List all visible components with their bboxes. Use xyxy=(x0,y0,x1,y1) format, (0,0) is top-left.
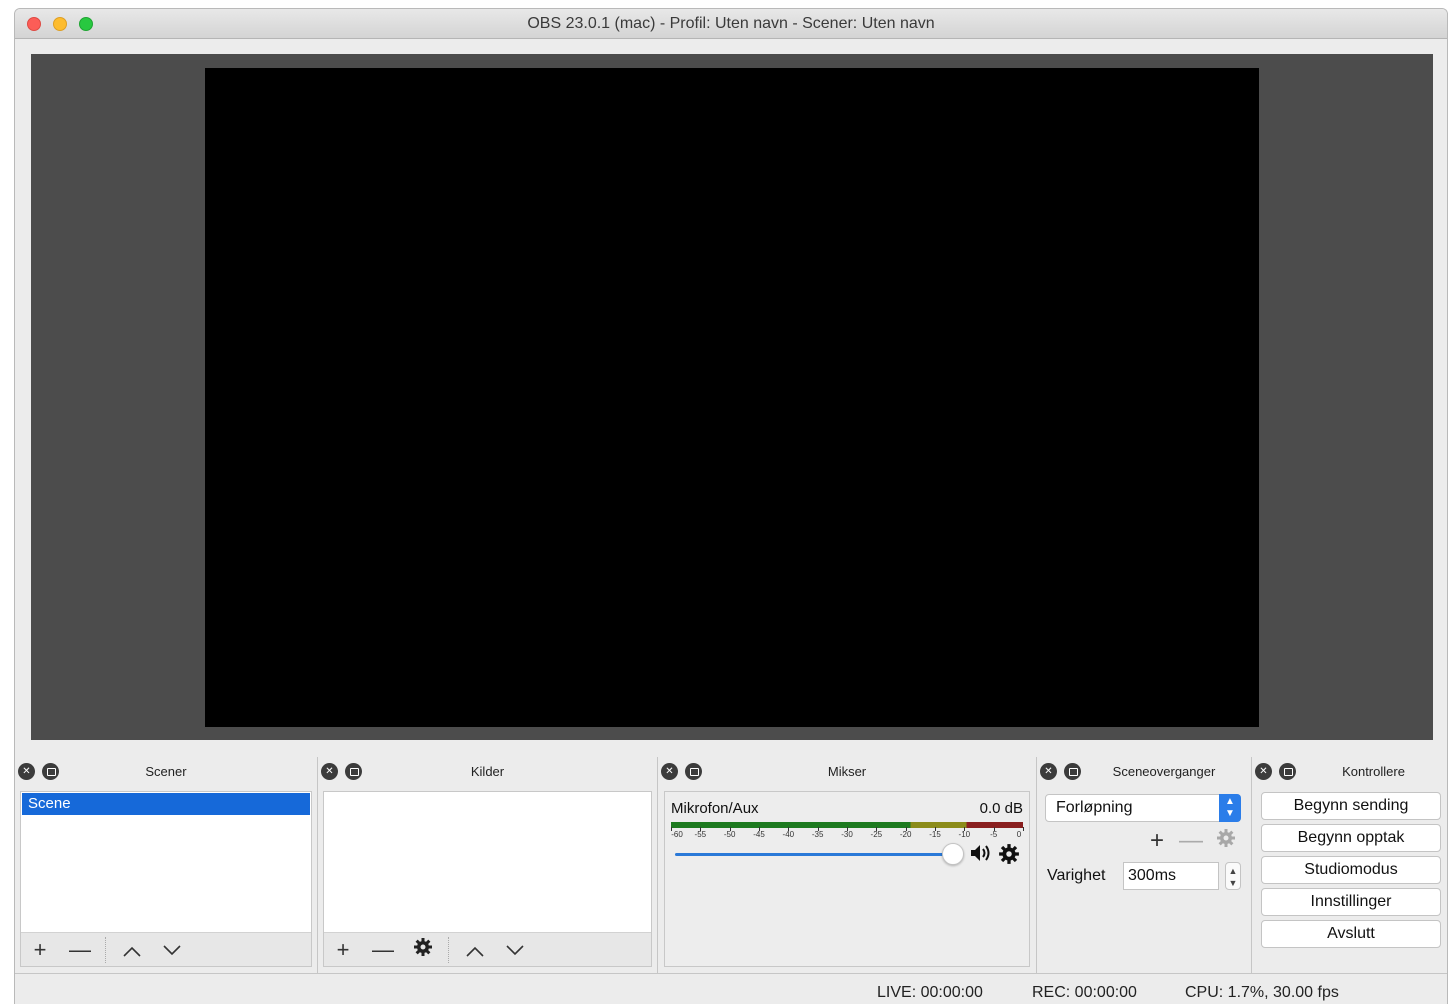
mixer-dock: ✕ Mikser Mikrofon/Aux 0.0 dB -60 -55 -50 -4… xyxy=(658,757,1036,973)
obs-window: OBS 23.0.1 (mac) - Profil: Uten navn - S… xyxy=(14,8,1448,1004)
scenes-list[interactable]: Scene + — xyxy=(20,791,312,967)
meter-tick-label: -40 xyxy=(782,830,795,839)
sources-dock-header: ✕ Kilder xyxy=(318,757,657,787)
scenes-dock-header: ✕ Scener xyxy=(15,757,317,787)
duration-stepper[interactable]: ▲ ▼ xyxy=(1225,862,1241,890)
transitions-dock: ✕ Sceneoverganger Forløpning ▲ ▼ + — Var… xyxy=(1037,757,1251,973)
sources-list[interactable]: + — xyxy=(323,791,652,967)
channel-level: 0.0 dB xyxy=(979,800,1023,817)
toolbar-separator xyxy=(105,937,106,963)
meter-tick-label: -45 xyxy=(753,830,765,839)
meter-tick-label: -30 xyxy=(841,830,853,839)
status-bar: LIVE: 00:00:00 REC: 00:00:00 CPU: 1.7%, … xyxy=(15,973,1447,1004)
settings-button[interactable]: Innstillinger xyxy=(1261,888,1441,916)
sources-toolbar: + — xyxy=(324,932,651,966)
add-icon[interactable]: + xyxy=(26,936,54,964)
move-down-icon[interactable] xyxy=(501,936,529,964)
controls-dock: ✕ Kontrollere Begynn sending Begynn oppt… xyxy=(1252,757,1447,973)
gear-icon[interactable] xyxy=(997,843,1021,867)
gear-icon[interactable] xyxy=(409,936,437,964)
rec-status: REC: 00:00:00 xyxy=(1032,984,1137,1001)
mixer-dock-header: ✕ Mikser xyxy=(658,757,1036,787)
meter-tick-mark xyxy=(1023,827,1024,831)
preview-area[interactable] xyxy=(31,54,1433,740)
meter-tick-label: -5 xyxy=(990,830,998,839)
transition-select[interactable]: Forløpning ▲ ▼ xyxy=(1045,794,1241,822)
speaker-icon[interactable] xyxy=(969,843,993,867)
meter-tick-label: -20 xyxy=(899,830,912,839)
transitions-dock-header: ✕ Sceneoverganger xyxy=(1037,757,1251,787)
gear-icon[interactable] xyxy=(1212,827,1240,855)
scenes-dock: ✕ Scener Scene + — xyxy=(15,757,317,973)
transitions-dock-title: Sceneoverganger xyxy=(1112,764,1216,779)
meter-tick-label: -60 xyxy=(671,830,683,839)
move-up-icon[interactable] xyxy=(118,936,146,964)
exit-button[interactable]: Avslutt xyxy=(1261,920,1441,948)
live-status: LIVE: 00:00:00 xyxy=(877,984,983,1001)
volume-slider-handle[interactable] xyxy=(942,843,964,865)
remove-icon[interactable]: — xyxy=(1177,827,1205,855)
scene-list-item[interactable]: Scene xyxy=(22,793,310,815)
channel-name: Mikrofon/Aux xyxy=(671,800,759,817)
controls-dock-header: ✕ Kontrollere xyxy=(1252,757,1447,787)
transition-select-value: Forløpning xyxy=(1056,799,1133,816)
cpu-status: CPU: 1.7%, 30.00 fps xyxy=(1185,984,1339,1001)
add-icon[interactable]: + xyxy=(329,936,357,964)
meter-tick-label: 0 xyxy=(1016,830,1022,839)
toolbar-separator xyxy=(448,937,449,963)
remove-icon[interactable]: — xyxy=(369,936,397,964)
meter-tick-label: -15 xyxy=(929,830,941,839)
mixer-dock-title: Mikser xyxy=(827,764,867,779)
remove-icon[interactable]: — xyxy=(66,936,94,964)
meter-tick-label: -50 xyxy=(723,830,736,839)
preview-canvas[interactable] xyxy=(205,68,1259,727)
add-icon[interactable]: + xyxy=(1143,827,1171,855)
studio-mode-button[interactable]: Studiomodus xyxy=(1261,856,1441,884)
move-down-icon[interactable] xyxy=(158,936,186,964)
scenes-toolbar: + — xyxy=(21,932,311,966)
duration-label: Varighet xyxy=(1047,867,1106,884)
duration-input[interactable]: 300ms xyxy=(1123,862,1219,890)
start-recording-button[interactable]: Begynn opptak xyxy=(1261,824,1441,852)
meter-tick-label: -10 xyxy=(958,830,971,839)
mixer-channel: Mikrofon/Aux 0.0 dB -60 -55 -50 -45 -40 -35 -3… xyxy=(664,791,1030,967)
move-up-icon[interactable] xyxy=(461,936,489,964)
title-bar[interactable]: OBS 23.0.1 (mac) - Profil: Uten navn - S… xyxy=(15,9,1447,39)
window-title: OBS 23.0.1 (mac) - Profil: Uten navn - S… xyxy=(527,15,935,32)
start-streaming-button[interactable]: Begynn sending xyxy=(1261,792,1441,820)
chevron-up-down-icon: ▲ ▼ xyxy=(1219,794,1241,822)
sources-dock: ✕ Kilder + — xyxy=(318,757,657,973)
meter-tick-label: -55 xyxy=(694,830,707,839)
meter-tick-label: -35 xyxy=(811,830,824,839)
meter-ticks: -60 -55 -50 -45 -40 -35 -30 -25 -20 -15 -10 -5 0 xyxy=(671,827,1024,844)
meter-tick-label: -25 xyxy=(870,830,883,839)
sources-dock-title: Kilder xyxy=(470,764,505,779)
scenes-dock-title: Scener xyxy=(145,764,187,779)
volume-slider-track[interactable] xyxy=(675,853,955,856)
controls-dock-title: Kontrollere xyxy=(1342,764,1405,779)
